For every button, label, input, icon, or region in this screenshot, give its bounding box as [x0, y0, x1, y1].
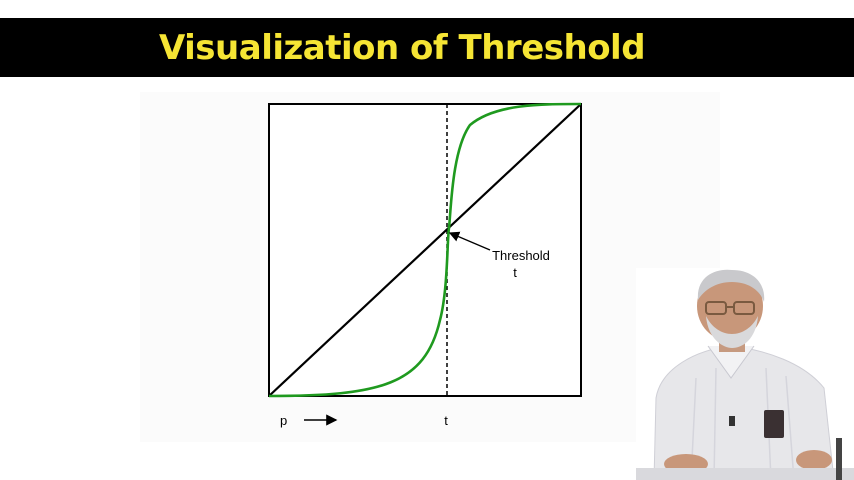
x-axis-t-label: t: [444, 413, 448, 428]
threshold-label-t: t: [513, 265, 517, 280]
presenter-video: [636, 268, 854, 480]
x-axis-p-label: p: [280, 413, 287, 428]
threshold-label: Threshold: [492, 248, 550, 263]
